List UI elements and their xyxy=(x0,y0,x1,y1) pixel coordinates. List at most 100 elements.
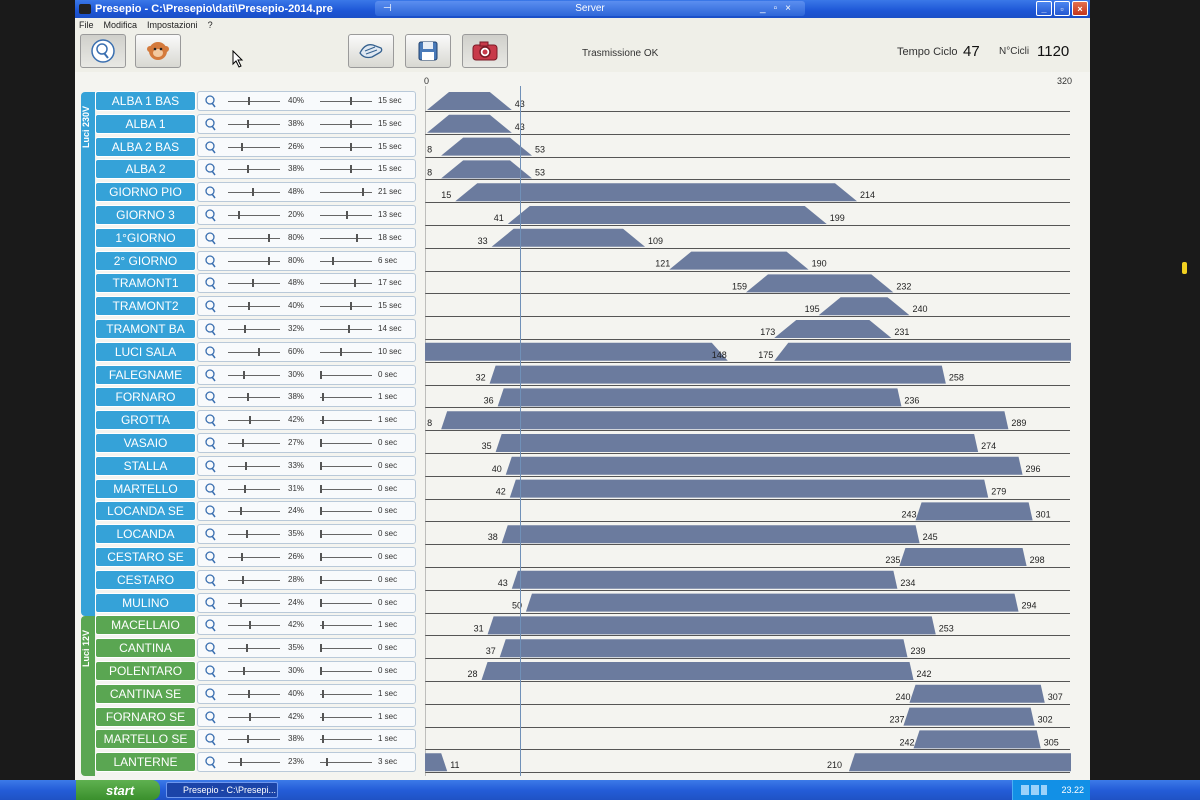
intensity-slider[interactable] xyxy=(228,370,280,379)
channel-name-button[interactable]: MULINO xyxy=(95,592,196,613)
fade-time-slider-knob[interactable] xyxy=(320,644,322,653)
intensity-slider[interactable] xyxy=(228,439,280,447)
fade-time-slider[interactable] xyxy=(320,575,372,584)
light-bulb-button[interactable] xyxy=(80,34,126,68)
channel-name-button[interactable]: LOCANDA xyxy=(95,524,196,545)
channel-name-button[interactable]: ALBA 2 BAS xyxy=(95,136,196,157)
light-bulb-icon[interactable] xyxy=(203,732,217,746)
fade-time-slider[interactable] xyxy=(320,256,372,265)
channel-name-button[interactable]: FALEGNAME xyxy=(95,364,196,385)
light-bulb-icon[interactable] xyxy=(203,162,217,176)
channel-name-button[interactable]: GROTTA xyxy=(95,410,196,431)
light-bulb-icon[interactable] xyxy=(203,618,217,632)
channel-name-button[interactable]: MARTELLO xyxy=(95,478,196,499)
intensity-slider[interactable] xyxy=(228,598,280,607)
channel-name-button[interactable]: LANTERNE xyxy=(95,752,196,773)
intensity-slider[interactable] xyxy=(228,279,280,288)
timeline-bar[interactable] xyxy=(511,570,898,589)
fade-time-slider-knob[interactable] xyxy=(320,667,322,675)
light-bulb-icon[interactable] xyxy=(203,596,217,610)
channel-name-button[interactable]: TRAMONT1 xyxy=(95,273,196,294)
fade-time-slider-knob[interactable] xyxy=(350,142,352,151)
timeline-bar[interactable] xyxy=(495,434,979,452)
fade-time-slider-knob[interactable] xyxy=(320,439,322,447)
channel-name-button[interactable]: MACELLAIO xyxy=(95,615,196,636)
fade-time-slider-knob[interactable] xyxy=(322,689,324,698)
intensity-slider[interactable] xyxy=(228,621,280,630)
intensity-slider[interactable] xyxy=(228,575,280,584)
fade-time-slider[interactable] xyxy=(320,507,372,516)
intensity-slider-knob[interactable] xyxy=(249,416,251,425)
fade-time-slider[interactable] xyxy=(320,598,372,607)
timeline-bar[interactable] xyxy=(497,388,902,407)
intensity-slider[interactable] xyxy=(228,735,280,744)
fade-time-slider[interactable] xyxy=(320,142,372,151)
server-window-bar[interactable]: ⊣ Server _▫× xyxy=(375,1,805,16)
intensity-slider[interactable] xyxy=(228,97,280,105)
fade-time-slider[interactable] xyxy=(320,735,372,744)
light-bulb-icon[interactable] xyxy=(203,368,217,382)
intensity-slider-knob[interactable] xyxy=(247,119,249,128)
channel-name-button[interactable]: FORNARO xyxy=(95,387,196,408)
intensity-slider-knob[interactable] xyxy=(247,393,249,402)
light-bulb-icon[interactable] xyxy=(203,276,217,290)
light-bulb-icon[interactable] xyxy=(203,755,217,769)
fade-time-slider[interactable] xyxy=(320,233,372,242)
menu-help[interactable]: ? xyxy=(208,20,213,30)
fade-time-slider-knob[interactable] xyxy=(320,461,322,470)
channel-name-button[interactable]: 1°GIORNO xyxy=(95,227,196,248)
intensity-slider[interactable] xyxy=(228,484,280,493)
menu-modifica[interactable]: Modifica xyxy=(104,20,138,30)
close-button[interactable]: × xyxy=(1072,1,1088,16)
timeline-bar[interactable] xyxy=(425,342,1071,361)
intensity-slider-knob[interactable] xyxy=(244,484,246,493)
fade-time-slider-knob[interactable] xyxy=(348,325,350,333)
channel-name-button[interactable]: GIORNO PIO xyxy=(95,182,196,203)
light-bulb-icon[interactable] xyxy=(203,117,217,131)
channel-name-button[interactable]: LUCI SALA xyxy=(95,341,196,362)
intensity-slider[interactable] xyxy=(228,119,280,128)
start-button[interactable]: start xyxy=(76,780,160,800)
light-bulb-icon[interactable] xyxy=(203,641,217,655)
fade-time-slider[interactable] xyxy=(320,553,372,561)
intensity-slider[interactable] xyxy=(228,530,280,539)
pin-icon[interactable]: ⊣ xyxy=(383,3,392,14)
timeline-bar[interactable] xyxy=(489,365,946,384)
fade-time-slider-knob[interactable] xyxy=(322,712,324,721)
light-bulb-icon[interactable] xyxy=(203,504,217,518)
fade-time-slider-knob[interactable] xyxy=(320,598,322,607)
channel-name-button[interactable]: STALLA xyxy=(95,455,196,476)
intensity-slider[interactable] xyxy=(228,461,280,470)
channel-name-button[interactable]: MARTELLO SE xyxy=(95,729,196,750)
light-bulb-icon[interactable] xyxy=(203,482,217,496)
menu-impostazioni[interactable]: Impostazioni xyxy=(147,20,198,30)
fade-time-slider-knob[interactable] xyxy=(322,621,324,630)
fade-time-slider[interactable] xyxy=(320,302,372,311)
timeline-bar[interactable] xyxy=(427,92,512,110)
timeline-bar[interactable] xyxy=(455,183,858,202)
light-bulb-icon[interactable] xyxy=(203,185,217,199)
fade-time-slider-knob[interactable] xyxy=(320,530,322,539)
intensity-slider-knob[interactable] xyxy=(268,256,270,265)
intensity-slider[interactable] xyxy=(228,233,280,242)
light-bulb-icon[interactable] xyxy=(203,390,217,404)
fade-time-slider-knob[interactable] xyxy=(320,507,322,516)
fade-time-slider-knob[interactable] xyxy=(350,302,352,311)
timeline-bar[interactable] xyxy=(427,114,512,133)
intensity-slider-knob[interactable] xyxy=(258,347,260,356)
timeline-bar[interactable] xyxy=(507,206,827,224)
light-bulb-icon[interactable] xyxy=(203,573,217,587)
light-bulb-icon[interactable] xyxy=(203,459,217,473)
camera-button[interactable] xyxy=(462,34,508,68)
timeline-bar[interactable] xyxy=(818,297,910,316)
intensity-slider-knob[interactable] xyxy=(248,689,250,698)
fade-time-slider[interactable] xyxy=(320,370,372,379)
intensity-slider[interactable] xyxy=(228,689,280,698)
timeline-bar[interactable] xyxy=(913,730,1041,749)
title-bar[interactable]: Presepio - C:\Presepio\dati\Presepio-201… xyxy=(75,0,1090,18)
channel-name-button[interactable]: 2° GIORNO xyxy=(95,250,196,271)
maximize-button[interactable]: ▫ xyxy=(1054,1,1070,16)
fade-time-slider[interactable] xyxy=(320,119,372,128)
intensity-slider[interactable] xyxy=(228,644,280,653)
fade-time-slider-knob[interactable] xyxy=(350,165,352,174)
